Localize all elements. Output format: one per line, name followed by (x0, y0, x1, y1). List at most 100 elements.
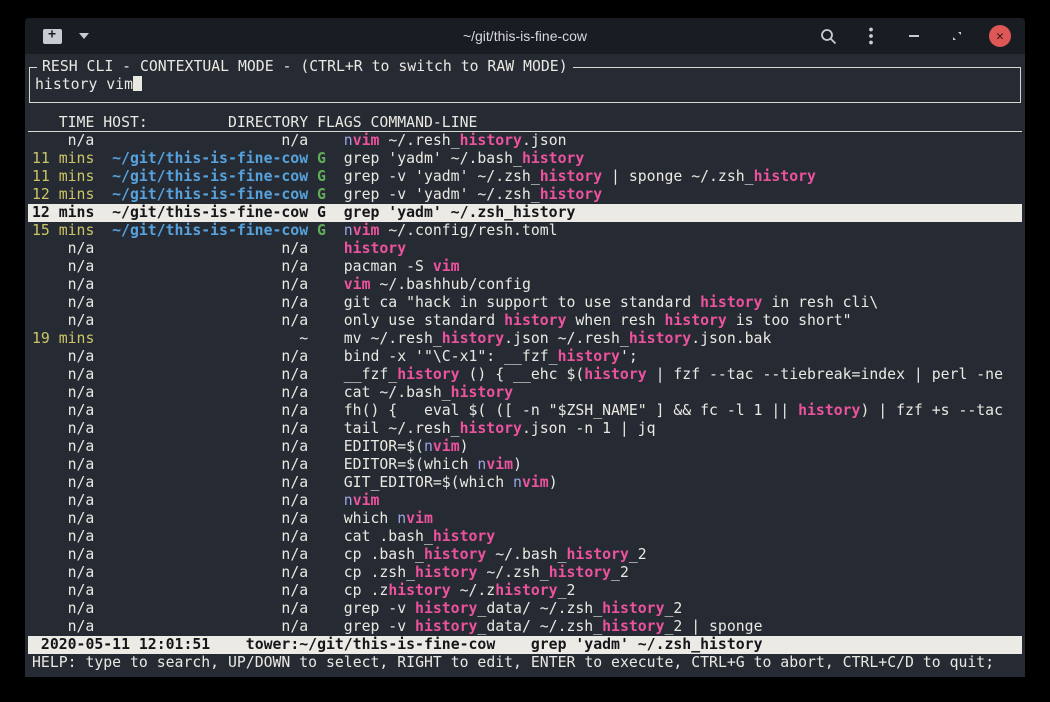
command-text: .json ~/.resh_ (504, 330, 629, 347)
gap (94, 168, 103, 186)
command-text: GIT_EDITOR=$(which (344, 474, 513, 491)
search-icon (820, 28, 837, 45)
history-row[interactable]: n/a n/a cp .zhistory ~/.zhistory_2 (28, 582, 1022, 600)
new-tab-button[interactable] (41, 25, 63, 47)
row-time: n/a (32, 276, 94, 294)
history-row[interactable]: n/a n/a EDITOR=$(which nvim) (28, 456, 1022, 474)
command-text: bind -x '"\C-x1": __fzf_ (344, 348, 558, 365)
gap (94, 222, 103, 240)
row-time: 15 mins (32, 222, 94, 240)
history-row[interactable]: 19 mins ~ mv ~/.resh_history.json ~/.res… (28, 330, 1022, 348)
row-time: n/a (32, 546, 94, 564)
chevron-down-icon (79, 33, 89, 39)
command-text: in resh cli\ (762, 294, 878, 311)
gap (308, 420, 317, 438)
history-row[interactable]: n/a n/a vim ~/.bashhub/config (28, 276, 1022, 294)
command-text: n (344, 492, 353, 509)
gap (94, 474, 103, 492)
gap (308, 456, 317, 474)
history-row[interactable]: n/a n/a cat ~/.bash_history (28, 384, 1022, 402)
command-text: cp .z (344, 582, 389, 599)
history-row[interactable]: n/a n/a cp .bash_history ~/.bash_history… (28, 546, 1022, 564)
gap (326, 312, 344, 330)
history-row[interactable]: n/a n/a nvim ~/.resh_history.json (28, 132, 1022, 150)
row-command: grep -v 'yadm' ~/.zsh_history (344, 186, 602, 203)
match-text: history (442, 330, 504, 347)
row-time: n/a (32, 240, 94, 258)
match-text: history (602, 618, 664, 635)
history-row[interactable]: n/a n/a nvim (28, 492, 1022, 510)
row-command: nvim (344, 492, 380, 509)
search-button[interactable] (817, 25, 839, 47)
history-row[interactable]: n/a n/a fh() { eval $( ([ -n "$ZSH_NAME"… (28, 402, 1022, 420)
text-cursor (133, 76, 142, 91)
history-row[interactable]: n/a n/a cat .bash_history (28, 528, 1022, 546)
row-time: n/a (32, 402, 94, 420)
history-row[interactable]: 15 mins ~/git/this-is-fine-cow G nvim ~/… (28, 222, 1022, 240)
row-flags: G (317, 150, 326, 168)
new-tab-dropdown-button[interactable] (73, 25, 95, 47)
gap (94, 258, 103, 276)
history-row[interactable]: 11 mins ~/git/this-is-fine-cow G grep 'y… (28, 150, 1022, 168)
match-text: history (664, 312, 726, 329)
row-command: cp .zsh_history ~/.zsh_history_2 (344, 564, 629, 581)
row-time: n/a (32, 366, 94, 384)
history-row[interactable]: n/a n/a bind -x '"\C-x1": __fzf_history'… (28, 348, 1022, 366)
gap (326, 258, 344, 276)
command-text: which (344, 510, 397, 527)
history-row[interactable]: n/a n/a pacman -S vim (28, 258, 1022, 276)
history-row[interactable]: n/a n/a grep -v history_data/ ~/.zsh_his… (28, 618, 1022, 636)
command-text: _2 (558, 582, 576, 599)
command-text: _2 (664, 600, 682, 617)
history-row[interactable]: n/a n/a tail ~/.resh_history.json -n 1 |… (28, 420, 1022, 438)
gap (94, 276, 103, 294)
command-text: n (397, 510, 406, 527)
panel-title: RESH CLI - CONTEXTUAL MODE - (CTRL+R to … (37, 58, 573, 76)
close-button[interactable]: ✕ (989, 25, 1011, 47)
gap (94, 312, 103, 330)
command-text: ~/.z (451, 582, 496, 599)
history-row[interactable]: n/a n/a EDITOR=$(nvim) (28, 438, 1022, 456)
row-time: n/a (32, 600, 94, 618)
match-text: history (460, 420, 522, 437)
gap (308, 510, 317, 528)
command-text: tail ~/.resh_ (344, 420, 460, 437)
history-row[interactable]: n/a n/a git ca "hack in support to use s… (28, 294, 1022, 312)
history-row-selected[interactable]: 12 mins ~/git/this-is-fine-cow G grep 'y… (28, 204, 1022, 222)
history-row[interactable]: n/a n/a cp .zsh_history ~/.zsh_history_2 (28, 564, 1022, 582)
match-text: vim (353, 222, 380, 239)
status-location: tower:~/git/this-is-fine-cow (246, 636, 495, 653)
history-row[interactable]: 11 mins ~/git/this-is-fine-cow G grep -v… (28, 168, 1022, 186)
status-command: grep 'yadm' ~/.zsh_history (531, 636, 763, 653)
gap (326, 276, 344, 294)
history-row[interactable]: n/a n/a GIT_EDITOR=$(which nvim) (28, 474, 1022, 492)
gap (94, 384, 103, 402)
match-text: history (504, 312, 566, 329)
gap (308, 240, 317, 258)
match-text: history (584, 366, 646, 383)
history-row[interactable]: n/a n/a grep -v history_data/ ~/.zsh_his… (28, 600, 1022, 618)
menu-button[interactable] (860, 25, 882, 47)
gap (308, 132, 317, 150)
gap (94, 240, 103, 258)
row-directory: ~ (103, 330, 308, 348)
history-table-body: n/a n/a nvim ~/.resh_history.json11 mins… (28, 132, 1022, 636)
command-text: n (513, 474, 522, 491)
gap (94, 438, 103, 456)
gap (94, 456, 103, 474)
history-row[interactable]: n/a n/a only use standard history when r… (28, 312, 1022, 330)
history-row[interactable]: 12 mins ~/git/this-is-fine-cow G grep -v… (28, 186, 1022, 204)
row-time: 11 mins (32, 150, 94, 168)
history-row[interactable]: n/a n/a which nvim (28, 510, 1022, 528)
minimize-button[interactable] (903, 25, 925, 47)
row-directory: n/a (103, 132, 308, 150)
row-command: cp .zhistory ~/.zhistory_2 (344, 582, 576, 599)
history-row[interactable]: n/a n/a __fzf_history () { __ehc $(histo… (28, 366, 1022, 384)
command-text: is too short" (727, 312, 852, 329)
row-time: n/a (32, 348, 94, 366)
match-text: history (460, 132, 522, 149)
row-time: n/a (32, 618, 94, 636)
restore-button[interactable] (946, 25, 968, 47)
gap (94, 366, 103, 384)
history-row[interactable]: n/a n/a history (28, 240, 1022, 258)
